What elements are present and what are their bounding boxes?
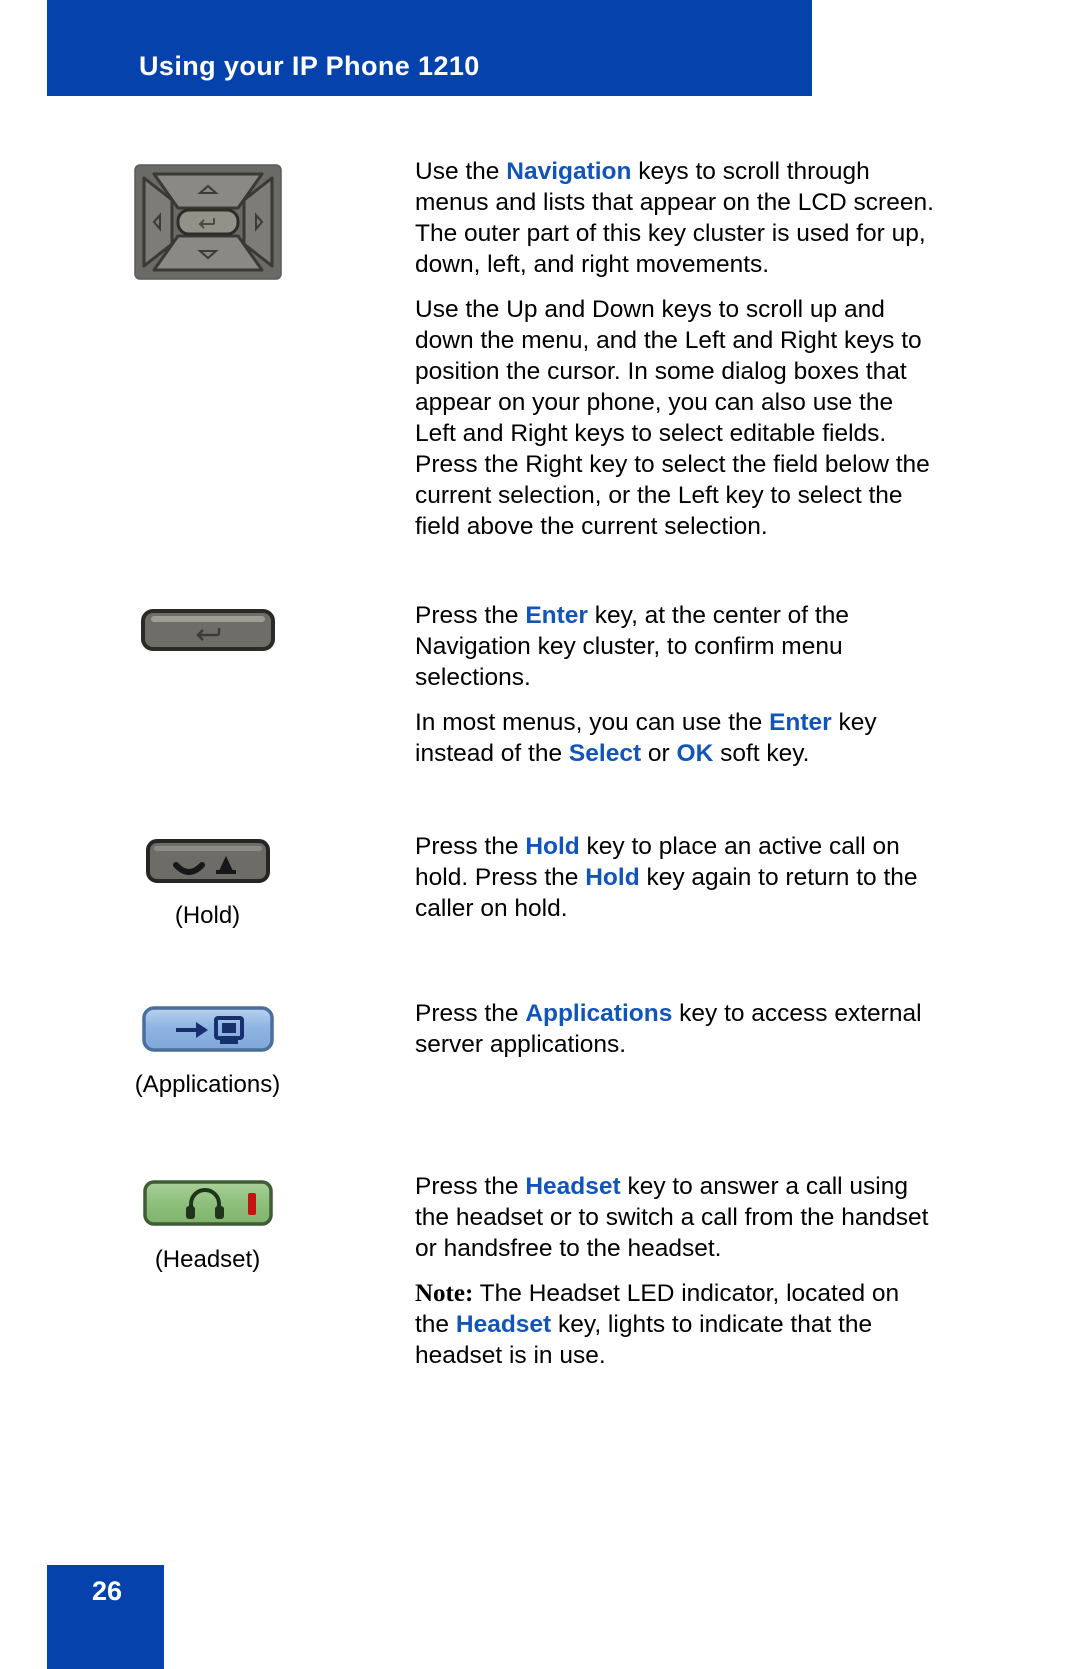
text-cell: Press the Applications key to access ext…	[415, 998, 1080, 1060]
table-row: Press the Enter key, at the center of th…	[0, 600, 1080, 769]
paragraph: Press the Applications key to access ext…	[415, 998, 940, 1060]
keyword-hold: Hold	[525, 833, 580, 860]
page-title: Using your IP Phone 1210	[139, 51, 480, 81]
icon-cell: (Headset)	[0, 1171, 415, 1274]
headset-key-icon	[142, 1179, 273, 1232]
text-cell: Use the Navigation keys to scroll throug…	[415, 156, 1080, 542]
table-row: Use the Navigation keys to scroll throug…	[0, 156, 1080, 542]
text-segment: Press the	[415, 1173, 526, 1200]
text-segment: Use the Up and Down keys to scroll up an…	[415, 296, 930, 540]
icon-cell	[0, 156, 415, 285]
icon-caption: (Hold)	[174, 902, 241, 929]
icon-cell	[0, 600, 415, 657]
icon-caption: (Headset)	[154, 1246, 261, 1273]
keyword-enter: Enter	[769, 709, 832, 736]
icon-cell: (Applications)	[0, 998, 415, 1099]
text-segment: or	[641, 740, 677, 767]
text-segment: Press the	[415, 602, 526, 629]
icon-caption: (Applications)	[134, 1071, 281, 1098]
text-segment: soft key.	[713, 740, 810, 767]
paragraph: Press the Hold key to place an active ca…	[415, 831, 940, 924]
page-number: 26	[92, 1576, 123, 1606]
content-area: Use the Navigation keys to scroll throug…	[0, 96, 1080, 1371]
table-row: (Applications) Press the Applications ke…	[0, 998, 1080, 1099]
icon-cell: (Hold)	[0, 831, 415, 930]
paragraph: Use the Up and Down keys to scroll up an…	[415, 294, 940, 542]
enter-key-icon	[140, 608, 275, 657]
hold-key-icon	[145, 839, 270, 888]
keyword-enter: Enter	[525, 602, 588, 629]
table-row: (Hold) Press the Hold key to place an ac…	[0, 831, 1080, 930]
text-cell: Press the Enter key, at the center of th…	[415, 600, 1080, 769]
page-header-bar: Using your IP Phone 1210	[47, 0, 812, 96]
text-segment: Press the	[415, 1000, 526, 1027]
navigation-key-cluster-icon	[133, 164, 282, 285]
keyword-ok: OK	[676, 740, 714, 767]
paragraph: Press the Enter key, at the center of th…	[415, 600, 940, 693]
paragraph: In most menus, you can use the Enter key…	[415, 707, 940, 769]
table-row: (Headset) Press the Headset key to answe…	[0, 1171, 1080, 1371]
keyword-select: Select	[568, 740, 642, 767]
text-segment: Use the	[415, 158, 507, 185]
keyword-hold: Hold	[585, 864, 640, 891]
text-cell: Press the Headset key to answer a call u…	[415, 1171, 1080, 1371]
text-segment: Press the	[415, 833, 526, 860]
keyword-applications: Applications	[525, 1000, 673, 1027]
paragraph: Use the Navigation keys to scroll throug…	[415, 156, 940, 280]
keyword-headset: Headset	[525, 1173, 621, 1200]
applications-key-icon	[141, 1006, 274, 1057]
text-segment: In most menus, you can use the	[415, 709, 770, 736]
keyword-headset: Headset	[455, 1311, 552, 1338]
note-label: Note:	[415, 1280, 474, 1307]
text-cell: Press the Hold key to place an active ca…	[415, 831, 1080, 924]
keyword-navigation: Navigation	[506, 158, 632, 185]
note-paragraph: Note: The Headset LED indicator, located…	[415, 1278, 940, 1371]
paragraph: Press the Headset key to answer a call u…	[415, 1171, 940, 1264]
